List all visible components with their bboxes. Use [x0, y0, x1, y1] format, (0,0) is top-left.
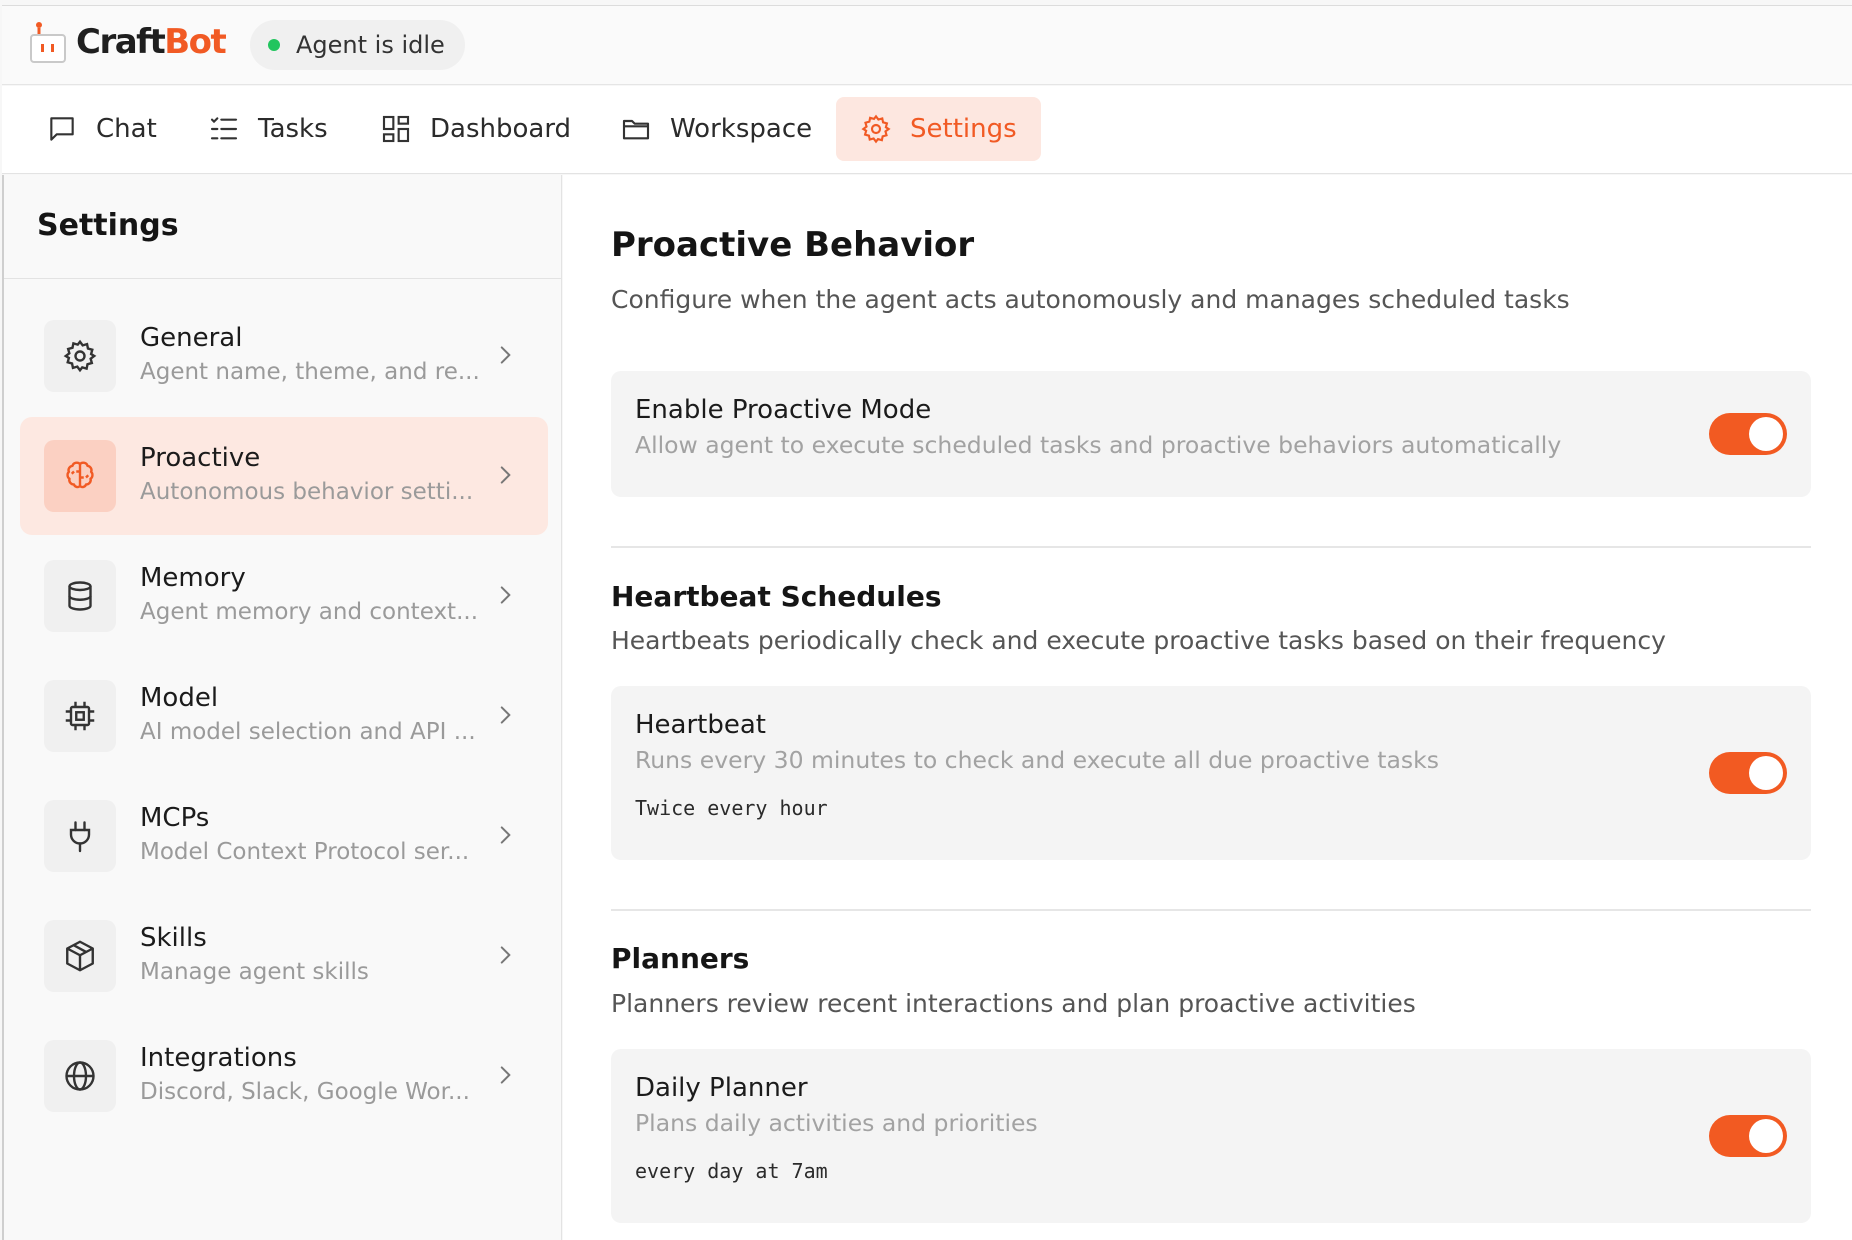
proactive-mode-toggle[interactable] [1709, 413, 1787, 455]
sidebar-item-label: General [140, 323, 243, 353]
daily-planner-toggle[interactable] [1709, 1115, 1787, 1157]
toggle-knob [1749, 417, 1783, 451]
sidebar-item-proactive[interactable]: Proactive Autonomous behavior setti... [20, 417, 548, 535]
tab-tasks[interactable]: Tasks [184, 97, 352, 161]
heartbeat-section-title: Heartbeat Schedules [611, 580, 942, 613]
plug-icon [69, 821, 91, 853]
package-icon [66, 940, 94, 972]
section-divider [611, 909, 1811, 911]
app-name: CraftBot [76, 20, 227, 64]
sidebar-divider [4, 278, 561, 279]
tab-tasks-label: Tasks [258, 114, 328, 144]
sidebar-item-desc: Agent memory and context... [140, 599, 479, 625]
app-logo: CraftBot [26, 20, 227, 64]
sidebar-item-model[interactable]: Model AI model selection and API ... [20, 657, 548, 775]
tab-chat-label: Chat [96, 114, 157, 144]
sidebar-item-desc: Agent name, theme, and re... [140, 359, 480, 385]
sidebar-item-icon-box [44, 800, 116, 872]
sidebar-item-general[interactable]: General Agent name, theme, and re... [20, 297, 548, 415]
sidebar-item-icon-box [44, 920, 116, 992]
daily-planner-title: Daily Planner [635, 1073, 808, 1103]
status-dot-icon [268, 39, 280, 51]
sidebar-item-skills[interactable]: Skills Manage agent skills [20, 897, 548, 1015]
proactive-mode-card: Enable Proactive Mode Allow agent to exe… [611, 371, 1811, 497]
app-name-craft: Craft [76, 22, 166, 62]
sidebar-item-integrations[interactable]: Integrations Discord, Slack, Google Wor.… [20, 1017, 548, 1135]
sidebar-item-mcps[interactable]: MCPs Model Context Protocol ser... [20, 777, 548, 895]
gear-icon [63, 339, 97, 373]
sidebar-item-icon-box [44, 1040, 116, 1112]
chevron-right-icon [500, 466, 511, 484]
sidebar-item-desc: AI model selection and API ... [140, 719, 476, 745]
heartbeat-card: Heartbeat Runs every 30 minutes to check… [611, 686, 1811, 860]
chevron-right-icon [500, 586, 511, 604]
chevron-right-icon [500, 706, 511, 724]
chat-icon [50, 117, 74, 141]
app-name-bot: Bot [164, 22, 227, 62]
sidebar-item-icon-box [44, 680, 116, 752]
tab-dashboard[interactable]: Dashboard [356, 97, 595, 161]
sidebar-item-label: Memory [140, 563, 246, 593]
settings-content: Proactive Behavior Configure when the ag… [563, 175, 1852, 1240]
sidebar-item-icon-box [44, 440, 116, 512]
page-subtitle: Configure when the agent acts autonomous… [611, 285, 1570, 314]
tab-chat[interactable]: Chat [22, 97, 181, 161]
heartbeat-section-subtitle: Heartbeats periodically check and execut… [611, 626, 1666, 655]
globe-icon [65, 1061, 95, 1091]
toggle-knob [1749, 756, 1783, 790]
sidebar-item-desc: Discord, Slack, Google Wor... [140, 1079, 470, 1105]
sidebar-item-desc: Manage agent skills [140, 959, 369, 985]
database-icon [68, 581, 92, 611]
sidebar-item-label: MCPs [140, 803, 210, 833]
tasks-icon [210, 117, 238, 140]
sidebar-item-desc: Model Context Protocol ser... [140, 839, 470, 865]
agent-status-text: Agent is idle [296, 31, 445, 59]
daily-planner-desc: Plans daily activities and priorities [635, 1109, 1038, 1137]
sidebar-title: Settings [37, 208, 179, 243]
tab-workspace-label: Workspace [670, 114, 813, 144]
agent-status-badge: Agent is idle [250, 20, 465, 70]
section-divider [611, 546, 1811, 548]
heartbeat-title: Heartbeat [635, 710, 766, 740]
app-header: CraftBot Agent is idle [2, 5, 1852, 85]
heartbeat-schedule: Twice every hour [635, 796, 828, 820]
sidebar-item-desc: Autonomous behavior setti... [140, 479, 474, 505]
cpu-icon [65, 701, 95, 731]
dashboard-icon [382, 115, 410, 143]
chevron-right-icon [500, 946, 511, 964]
daily-planner-card: Daily Planner Plans daily activities and… [611, 1049, 1811, 1223]
gear-icon [861, 114, 891, 144]
sidebar-item-label: Integrations [140, 1043, 297, 1073]
proactive-mode-desc: Allow agent to execute scheduled tasks a… [635, 431, 1562, 459]
heartbeat-desc: Runs every 30 minutes to check and execu… [635, 746, 1439, 774]
sidebar-item-label: Proactive [140, 443, 261, 473]
chevron-right-icon [500, 346, 511, 364]
main-nav: Chat Tasks Dashboard Workspace Settings [2, 86, 1852, 174]
craftbot-logo-icon [26, 20, 70, 64]
sidebar-item-memory[interactable]: Memory Agent memory and context... [20, 537, 548, 655]
brain-icon [66, 461, 94, 489]
sidebar-item-icon-box [44, 560, 116, 632]
toggle-knob [1749, 1119, 1783, 1153]
tab-settings-label: Settings [910, 114, 1017, 144]
planners-section-subtitle: Planners review recent interactions and … [611, 989, 1416, 1018]
tab-workspace[interactable]: Workspace [596, 97, 836, 161]
tab-settings[interactable]: Settings [836, 97, 1041, 161]
chevron-right-icon [500, 826, 511, 844]
planners-section-title: Planners [611, 942, 750, 975]
heartbeat-toggle[interactable] [1709, 752, 1787, 794]
folder-icon [622, 119, 650, 140]
daily-planner-schedule: every day at 7am [635, 1159, 828, 1183]
sidebar-item-label: Model [140, 683, 219, 713]
page-title: Proactive Behavior [611, 225, 975, 265]
tab-dashboard-label: Dashboard [430, 114, 572, 144]
sidebar-item-icon-box [44, 320, 116, 392]
settings-sidebar: Settings General Agent name, theme, and … [2, 175, 562, 1240]
sidebar-item-label: Skills [140, 923, 207, 953]
chevron-right-icon [500, 1066, 511, 1084]
proactive-mode-title: Enable Proactive Mode [635, 395, 932, 425]
